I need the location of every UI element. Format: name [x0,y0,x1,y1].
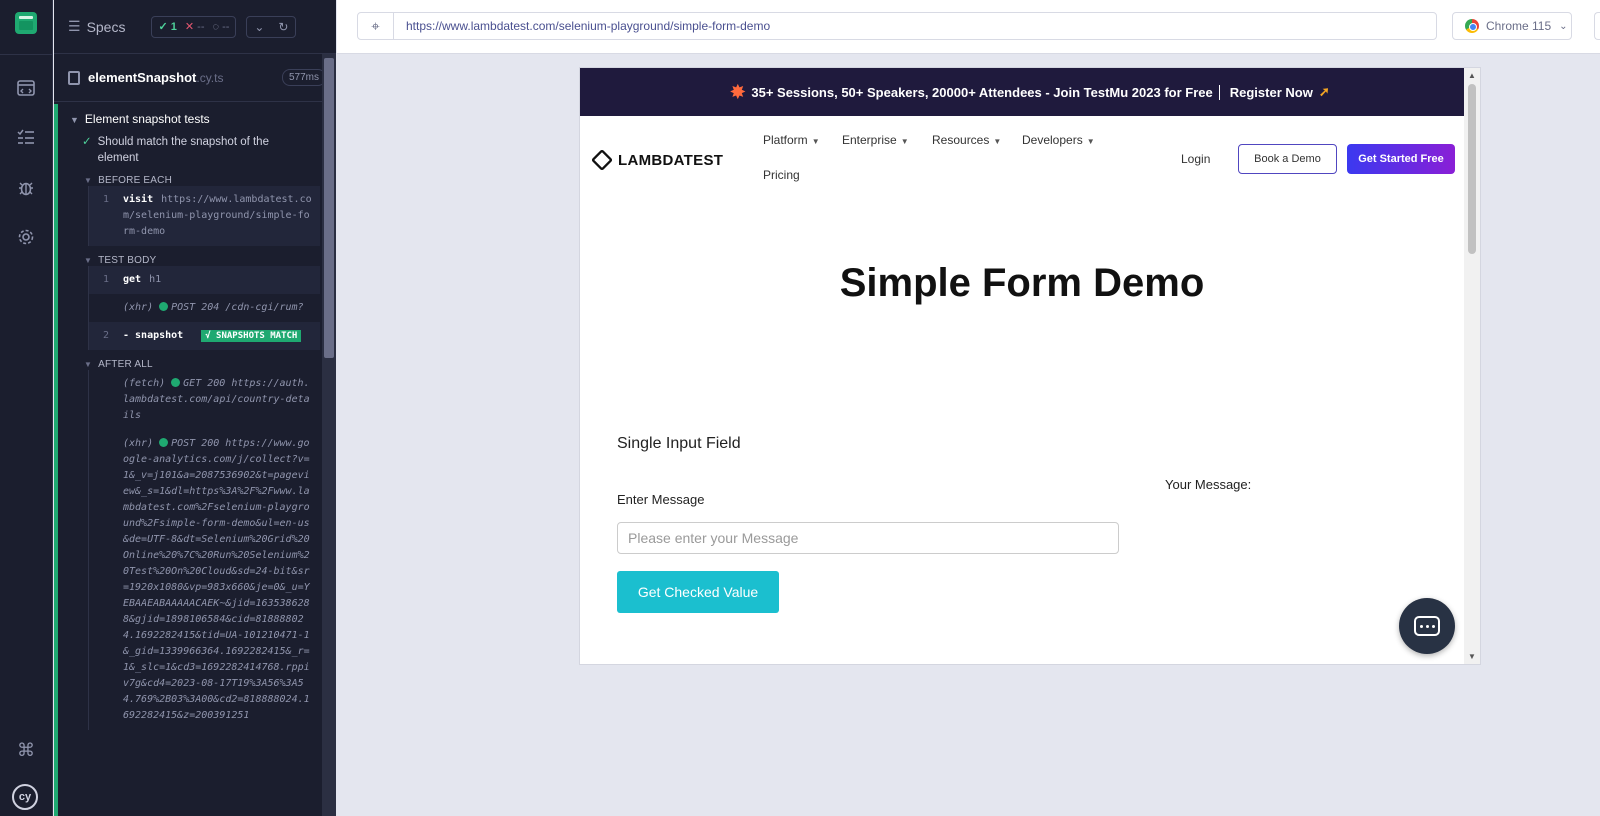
command-get[interactable]: 1 get h1 [88,266,320,294]
pending-count: ◌ -- [212,20,230,33]
chevron-down-icon: ▼ [993,137,1002,146]
login-link[interactable]: Login [1181,152,1210,166]
spec-file-row[interactable]: elementSnapshot .cy.ts 577ms [54,54,336,102]
caret-down-icon: ▼ [84,256,93,265]
chat-button[interactable] [1399,598,1455,654]
suite-title[interactable]: ▼ Element snapshot tests [58,104,320,126]
url-field[interactable]: ⌖ https://www.lambdatest.com/selenium-pl… [357,12,1437,40]
settings-icon[interactable] [14,225,38,249]
promo-banner[interactable]: ✸ 35+ Sessions, 50+ Speakers, 20000+ Att… [580,68,1480,116]
crosshair-icon[interactable]: ⌖ [358,13,394,39]
reporter-header: ☰ Specs ✓ 1 ✕ -- ◌ -- ⌄ ↻ [54,0,336,54]
browser-icon[interactable] [14,76,38,100]
specs-label[interactable]: Specs [87,19,126,35]
rocket-icon: ➚ [1318,84,1330,99]
message-input[interactable] [617,522,1119,554]
menu-resources[interactable]: Resources ▼ [932,133,1001,147]
your-message-label: Your Message: [1165,477,1252,492]
chrome-icon [1465,19,1479,33]
register-now-link[interactable]: Register Now [1218,84,1313,100]
logo-mark-icon [590,148,614,172]
menu-platform[interactable]: Platform ▼ [763,133,820,147]
cypress-app-icon[interactable] [15,12,37,34]
runs-list-icon[interactable] [14,125,38,149]
cy-icon[interactable]: cy [12,784,38,810]
caret-down-icon: ▼ [84,176,93,185]
failed-count: ✕ -- [184,21,205,33]
command-xhr-ga[interactable]: (xhr) POST 200 https://www.google-analyti… [88,430,320,730]
hook-before-each[interactable]: ▼ BEFORE EACH [58,166,320,186]
aut-iframe: ✸ 35+ Sessions, 50+ Speakers, 20000+ Att… [580,68,1480,664]
chevron-down-icon: ⌄ [1559,20,1568,32]
runnable-list: ▼ Element snapshot tests ✓ Should match th… [54,104,320,816]
app-nav-rail: ⌘ cy [0,0,53,816]
keyboard-shortcuts-icon[interactable]: ⌘ [17,740,35,761]
explosion-icon: ✸ [730,81,746,102]
command-snapshot[interactable]: 2 - snapshot √ SNAPSHOTS MATCH [88,322,320,350]
book-demo-button[interactable]: Book a Demo [1238,144,1337,174]
status-dot [171,378,181,387]
spec-duration: 577ms [281,69,326,86]
test-stats: ✓ 1 ✕ -- ◌ -- [151,15,237,38]
viewport-button[interactable] [1594,12,1600,40]
browser-selector[interactable]: Chrome 115 ⌄ [1452,12,1572,40]
reporter-scrollbar[interactable] [322,54,336,816]
reporter-controls: ⌄ ↻ [246,15,297,38]
section-label: Single Input Field [617,435,741,452]
scrollbar-thumb[interactable] [324,58,334,358]
check-icon: ✓ [82,136,92,148]
specs-toggle-icon[interactable]: ☰ [68,18,81,35]
site-header: LAMBDATEST Platform ▼ Enterprise ▼ Resourc… [580,116,1480,196]
get-checked-value-button[interactable]: Get Checked Value [617,571,779,613]
url-text: https://www.lambdatest.com/selenium-play… [406,19,771,33]
hook-after-all[interactable]: ▼ AFTER ALL [58,350,320,370]
chevron-down-icon: ▼ [811,137,820,146]
command-log-reporter: ☰ Specs ✓ 1 ✕ -- ◌ -- ⌄ ↻ elementSnapsho… [54,0,336,816]
lambdatest-logo[interactable]: LAMBDATEST [590,148,723,172]
status-dot [159,438,169,447]
caret-down-icon: ▼ [84,360,93,369]
menu-developers[interactable]: Developers ▼ [1022,133,1095,147]
aut-scrollbar[interactable]: ▲ ▼ [1464,68,1480,664]
chevron-down-icon: ▼ [1086,137,1095,146]
test-title[interactable]: ✓ Should match the snapshot of the elemen… [58,126,320,166]
command-xhr-rum[interactable]: (xhr) POST 204 /cdn-cgi/rum? [88,294,320,322]
caret-down-icon: ▼ [70,115,79,125]
page-title: Simple Form Demo [839,261,1205,305]
file-icon [68,70,80,85]
scroll-up-icon[interactable]: ▲ [1468,71,1476,80]
scroll-down-icon[interactable]: ▼ [1468,652,1476,661]
menu-enterprise[interactable]: Enterprise ▼ [842,133,909,147]
status-dot [159,302,169,311]
aut-url-bar: ⌖ https://www.lambdatest.com/selenium-pl… [337,0,1600,54]
aut-scrollbar-thumb[interactable] [1468,84,1476,254]
browser-label: Chrome 115 [1486,19,1552,33]
spec-file-name: elementSnapshot [88,70,197,85]
rail-divider [0,54,53,55]
command-fetch[interactable]: (fetch) GET 200 https://auth.lambdatest.c… [88,370,320,430]
get-started-button[interactable]: Get Started Free [1347,144,1455,174]
chevron-down-icon[interactable]: ⌄ [247,20,271,34]
rerun-icon[interactable]: ↻ [271,20,295,34]
snapshot-match-badge: √ SNAPSHOTS MATCH [201,330,302,342]
debug-icon[interactable] [14,176,38,200]
hook-test-body[interactable]: ▼ TEST BODY [58,246,320,266]
command-visit[interactable]: 1 visit https://www.lambdatest.com/seleni… [88,186,320,246]
chat-icon [1414,616,1440,636]
chevron-down-icon: ▼ [900,137,909,146]
spec-file-ext: .cy.ts [196,70,224,85]
promo-text: 35+ Sessions, 50+ Speakers, 20000+ Atten… [751,84,1213,100]
passed-count: ✓ 1 [158,21,177,33]
menu-pricing[interactable]: Pricing [763,168,800,182]
enter-message-label: Enter Message [617,492,705,507]
